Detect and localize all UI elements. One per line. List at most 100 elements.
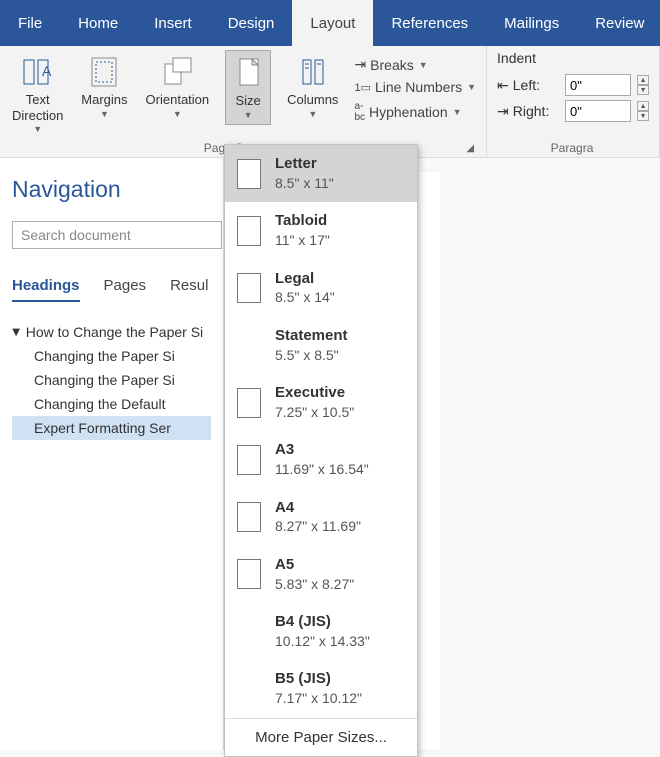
breaks-button[interactable]: ⇥ Breaks ▼ <box>354 56 476 73</box>
search-input[interactable]: Search document <box>12 221 222 249</box>
nav-heading-item[interactable]: Expert Formatting Ser <box>12 416 211 440</box>
margins-label: Margins <box>81 92 127 108</box>
indent-right-icon: ⇥ <box>497 103 509 120</box>
expand-icon: ▶ <box>10 328 21 336</box>
spinner-down-icon[interactable]: ▼ <box>637 111 649 121</box>
page-preview-icon <box>237 159 261 189</box>
size-option-dimensions: 5.83" x 8.27" <box>275 576 354 594</box>
text-direction-button[interactable]: A TextDirection ▼ <box>10 50 65 139</box>
size-option-a5[interactable]: A55.83" x 8.27" <box>225 546 417 603</box>
columns-label: Columns <box>287 92 338 108</box>
indent-right-label: ⇥Right: <box>497 103 559 120</box>
size-option-a4[interactable]: A48.27" x 11.69" <box>225 489 417 546</box>
nav-heading-root[interactable]: ▶ How to Change the Paper Si <box>12 320 211 344</box>
size-option-name: B5 (JIS) <box>275 670 362 689</box>
nav-heading-item[interactable]: Changing the Default <box>12 392 211 416</box>
indent-left-label: ⇤Left: <box>497 77 559 94</box>
paragraph-group-title: Paragra <box>497 141 647 155</box>
orientation-icon <box>161 54 193 90</box>
chevron-down-icon: ▼ <box>33 124 42 135</box>
page-preview-icon <box>237 502 261 532</box>
nav-tab-resul[interactable]: Resul <box>170 277 208 302</box>
svg-text:A: A <box>42 63 52 79</box>
chevron-down-icon: ▼ <box>100 109 109 120</box>
size-option-name: Letter <box>275 155 334 174</box>
margins-button[interactable]: Margins ▼ <box>79 50 129 123</box>
indent-right-input[interactable] <box>565 100 631 122</box>
nav-tab-pages[interactable]: Pages <box>104 277 147 302</box>
spinner-up-icon[interactable]: ▲ <box>637 75 649 85</box>
size-option-dimensions: 8.5" x 14" <box>275 289 335 307</box>
size-option-b5-jis-[interactable]: B5 (JIS)7.17" x 10.12" <box>225 660 417 717</box>
chevron-down-icon: ▼ <box>419 60 428 70</box>
spinner-down-icon[interactable]: ▼ <box>637 85 649 95</box>
size-option-name: Statement <box>275 327 348 346</box>
margins-icon <box>90 54 118 90</box>
ribbon: A TextDirection ▼ Margins ▼ Orientation … <box>0 46 660 158</box>
tab-layout[interactable]: Layout <box>292 0 373 46</box>
size-option-b4-jis-[interactable]: B4 (JIS)10.12" x 14.33" <box>225 603 417 660</box>
page-setup-dialog-launcher-icon[interactable]: ◢ <box>466 143 474 154</box>
size-option-dimensions: 11.69" x 16.54" <box>275 461 369 479</box>
columns-button[interactable]: Columns ▼ <box>285 50 340 123</box>
size-button[interactable]: Size ▼ <box>225 50 271 125</box>
tab-design[interactable]: Design <box>210 0 293 46</box>
nav-tab-headings[interactable]: Headings <box>12 277 80 302</box>
indent-group-title: Indent <box>497 50 536 66</box>
size-option-dimensions: 11" x 17" <box>275 232 330 250</box>
page-preview-icon <box>237 216 261 246</box>
line-numbers-button[interactable]: 1▭ Line Numbers ▼ <box>354 79 476 95</box>
size-option-dimensions: 5.5" x 8.5" <box>275 347 348 365</box>
tab-file[interactable]: File <box>0 0 60 46</box>
chevron-down-icon: ▼ <box>244 110 253 121</box>
navigation-title: Navigation <box>12 176 211 203</box>
page-preview-icon <box>237 388 261 418</box>
size-option-name: Executive <box>275 384 354 403</box>
text-direction-icon: A <box>20 54 56 90</box>
page-preview-icon <box>237 559 261 589</box>
tab-references[interactable]: References <box>373 0 486 46</box>
orientation-label: Orientation <box>146 92 210 108</box>
page-preview-icon <box>237 445 261 475</box>
size-label: Size <box>235 93 260 109</box>
size-option-statement[interactable]: Statement5.5" x 8.5" <box>225 317 417 374</box>
size-option-a3[interactable]: A311.69" x 16.54" <box>225 431 417 488</box>
chevron-down-icon: ▼ <box>467 82 476 92</box>
hyphenation-button[interactable]: a-bc Hyphenation ▼ <box>354 101 476 123</box>
size-option-name: A5 <box>275 556 354 575</box>
nav-heading-item[interactable]: Changing the Paper Si <box>12 344 211 368</box>
tab-review[interactable]: Review <box>577 0 660 46</box>
size-option-dimensions: 8.27" x 11.69" <box>275 518 361 536</box>
spinner-up-icon[interactable]: ▲ <box>637 101 649 111</box>
page-preview-icon <box>237 273 261 303</box>
size-option-letter[interactable]: Letter8.5" x 11" <box>225 145 417 202</box>
tab-home[interactable]: Home <box>60 0 136 46</box>
main-tabs: File HomeInsertDesignLayoutReferencesMai… <box>0 0 660 46</box>
breaks-icon: ⇥ <box>354 56 366 73</box>
columns-icon <box>299 54 327 90</box>
chevron-down-icon: ▼ <box>308 109 317 120</box>
size-option-name: A3 <box>275 441 369 460</box>
line-numbers-icon: 1▭ <box>354 81 371 94</box>
text-direction-label: TextDirection <box>12 92 63 123</box>
size-option-dimensions: 10.12" x 14.33" <box>275 633 370 651</box>
indent-left-icon: ⇤ <box>497 77 509 94</box>
tab-insert[interactable]: Insert <box>136 0 210 46</box>
size-option-dimensions: 7.25" x 10.5" <box>275 404 354 422</box>
size-option-dimensions: 8.5" x 11" <box>275 175 334 193</box>
orientation-button[interactable]: Orientation ▼ <box>144 50 212 123</box>
indent-left-input[interactable] <box>565 74 631 96</box>
nav-heading-item[interactable]: Changing the Paper Si <box>12 368 211 392</box>
navigation-pane: Navigation Search document Headings Pages… <box>0 158 224 750</box>
size-option-dimensions: 7.17" x 10.12" <box>275 690 362 708</box>
size-option-tabloid[interactable]: Tabloid11" x 17" <box>225 202 417 259</box>
chevron-down-icon: ▼ <box>173 109 182 120</box>
chevron-down-icon: ▼ <box>453 107 462 117</box>
size-option-name: A4 <box>275 499 361 518</box>
size-option-executive[interactable]: Executive7.25" x 10.5" <box>225 374 417 431</box>
size-option-name: B4 (JIS) <box>275 613 370 632</box>
size-option-name: Legal <box>275 270 335 289</box>
tab-mailings[interactable]: Mailings <box>486 0 577 46</box>
size-dropdown: Letter8.5" x 11"Tabloid11" x 17"Legal8.5… <box>224 144 418 757</box>
size-option-legal[interactable]: Legal8.5" x 14" <box>225 260 417 317</box>
